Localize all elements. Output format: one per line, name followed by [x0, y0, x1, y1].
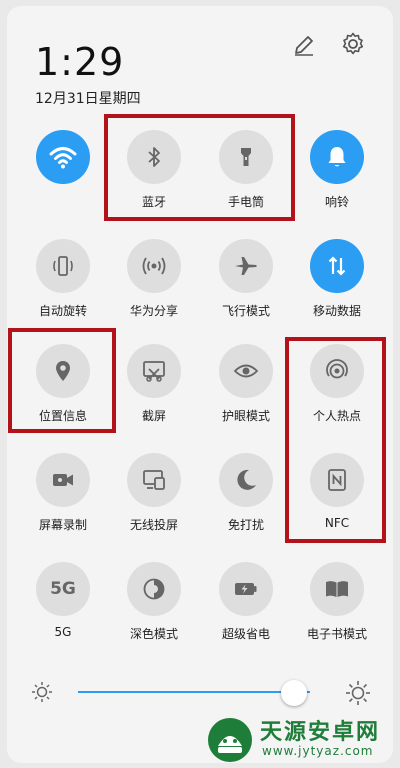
- tile-label: 华为分享: [129, 304, 178, 318]
- watermark: 天源安卓网 www.jytyaz.com: [200, 712, 400, 767]
- battery-saver-icon: [233, 576, 259, 602]
- tile-ebook-toggle[interactable]: [310, 562, 364, 616]
- tile-label: 移动数据: [312, 304, 361, 318]
- tile-bell[interactable]: 响铃: [301, 130, 373, 222]
- tile-label: 超级省电: [221, 627, 270, 641]
- tile-5g-toggle[interactable]: 5G: [36, 562, 90, 616]
- share-icon: [141, 253, 167, 279]
- tile-wifi-toggle[interactable]: [36, 130, 90, 184]
- tile-screenshot[interactable]: 截屏: [118, 344, 190, 436]
- tile-label: 截屏: [141, 409, 166, 423]
- brightness-low-icon: [31, 681, 53, 707]
- watermark-title: 天源安卓网: [260, 720, 381, 745]
- tile-label: 电子书模式: [306, 627, 367, 641]
- bell-icon: [324, 144, 350, 170]
- tile-auto-rotate-toggle[interactable]: [36, 239, 90, 293]
- eye-icon: [233, 358, 259, 384]
- pencil-icon[interactable]: [291, 32, 317, 58]
- tile-dark-mode[interactable]: 深色模式: [118, 562, 190, 654]
- highlight-box-bluetooth-flashlight: [104, 114, 295, 221]
- mobile-data-icon: [324, 253, 350, 279]
- tile-dark-mode-toggle[interactable]: [127, 562, 181, 616]
- tile-share[interactable]: 华为分享: [118, 239, 190, 331]
- tile-wireless-projection-toggle[interactable]: [127, 453, 181, 507]
- date: 12月31日星期四: [35, 91, 141, 107]
- dark-mode-icon: [141, 576, 167, 602]
- tile-label: 屏幕录制: [38, 518, 87, 532]
- tile-wifi[interactable]: [27, 130, 99, 222]
- brightness-high-icon: [345, 680, 371, 710]
- moon-icon: [233, 467, 259, 493]
- tile-5g[interactable]: 5G 5G: [27, 562, 99, 654]
- tile-mobile-data[interactable]: 移动数据: [301, 239, 373, 331]
- tile-eye[interactable]: 护眼模式: [210, 344, 282, 436]
- tile-share-toggle[interactable]: [127, 239, 181, 293]
- wireless-projection-icon: [141, 467, 167, 493]
- tile-screenshot-toggle[interactable]: [127, 344, 181, 398]
- tile-label: 飞行模式: [221, 304, 270, 318]
- clock: 1:29: [35, 40, 125, 84]
- tile-ebook[interactable]: 电子书模式: [301, 562, 373, 654]
- wifi-icon: [48, 142, 78, 172]
- tile-label: 护眼模式: [221, 409, 270, 423]
- tile-label: 无线投屏: [129, 518, 178, 532]
- tile-label: 响铃: [324, 195, 349, 209]
- airplane-icon: [233, 253, 259, 279]
- tile-airplane-toggle[interactable]: [219, 239, 273, 293]
- highlight-box-hotspot-nfc: [285, 337, 386, 543]
- highlight-box-location: [8, 328, 116, 433]
- brightness-slider-thumb[interactable]: [280, 680, 307, 706]
- tile-screen-record[interactable]: 屏幕录制: [27, 453, 99, 545]
- tile-bell-toggle[interactable]: [310, 130, 364, 184]
- tile-battery-saver-toggle[interactable]: [219, 562, 273, 616]
- tile-auto-rotate[interactable]: 自动旋转: [27, 239, 99, 331]
- tile-label: 自动旋转: [38, 304, 87, 318]
- ebook-icon: [324, 576, 350, 602]
- auto-rotate-icon: [50, 253, 76, 279]
- tile-label: 免打扰: [227, 518, 264, 532]
- 5g-icon: 5G: [50, 579, 76, 599]
- brightness-slider-track[interactable]: [78, 691, 310, 693]
- screen-record-icon: [50, 467, 76, 493]
- tile-mobile-data-toggle[interactable]: [310, 239, 364, 293]
- tile-battery-saver[interactable]: 超级省电: [210, 562, 282, 654]
- watermark-url: www.jytyaz.com: [262, 744, 374, 758]
- tile-moon-toggle[interactable]: [219, 453, 273, 507]
- tile-label: 深色模式: [129, 627, 178, 641]
- gear-icon[interactable]: [340, 31, 366, 57]
- tile-label: 5G: [54, 625, 72, 639]
- tile-wireless-projection[interactable]: 无线投屏: [118, 453, 190, 545]
- watermark-logo: [206, 716, 254, 764]
- screenshot-icon: [141, 358, 167, 384]
- tile-airplane[interactable]: 飞行模式: [210, 239, 282, 331]
- tile-screen-record-toggle[interactable]: [36, 453, 90, 507]
- tile-moon[interactable]: 免打扰: [210, 453, 282, 545]
- tile-eye-toggle[interactable]: [219, 344, 273, 398]
